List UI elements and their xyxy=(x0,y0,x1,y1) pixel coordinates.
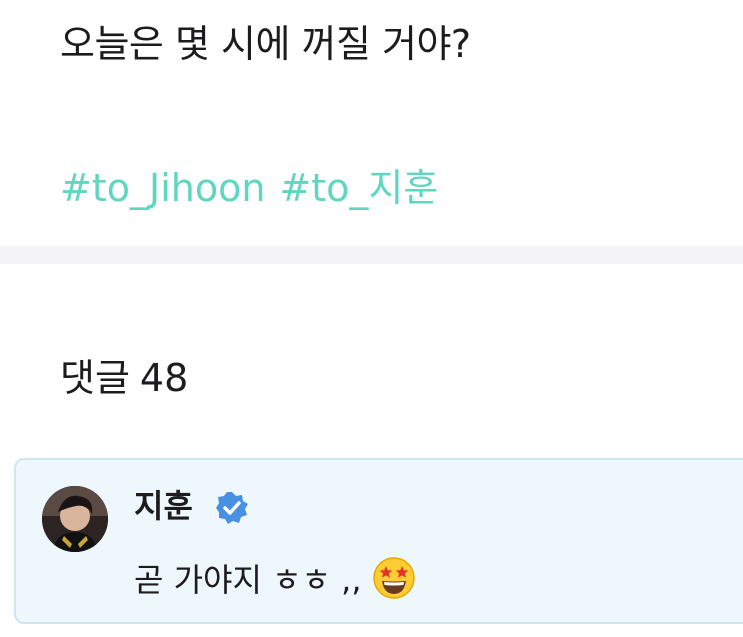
avatar[interactable] xyxy=(42,486,108,552)
post-body: 오늘은 몇 시에 꺼질 거야? #to_Jihoon #to_지훈 xyxy=(0,0,743,246)
star-struck-emoji-icon xyxy=(372,557,415,599)
hashtag-link[interactable]: #to_Jihoon xyxy=(60,166,265,210)
comment-body: 곧 가야지 ㅎㅎ ,, xyxy=(134,561,362,599)
hashtag-link[interactable]: #to_지훈 xyxy=(279,166,438,210)
hashtag-list: #to_Jihoon #to_지훈 xyxy=(60,162,452,214)
avatar-image xyxy=(42,486,108,552)
comments-header: 댓글 48 xyxy=(60,352,188,404)
comment-text: 곧 가야지 ㅎㅎ ,, xyxy=(134,557,416,602)
section-divider xyxy=(0,246,743,264)
post-text: 오늘은 몇 시에 꺼질 거야? xyxy=(60,22,471,66)
comments-label: 댓글 xyxy=(60,356,130,400)
comments-count: 48 xyxy=(139,356,189,400)
verified-badge-icon xyxy=(216,492,248,524)
comment-author[interactable]: 지훈 xyxy=(134,484,193,528)
comment-item[interactable]: 지훈 곧 가야지 ㅎㅎ ,, xyxy=(14,458,743,624)
